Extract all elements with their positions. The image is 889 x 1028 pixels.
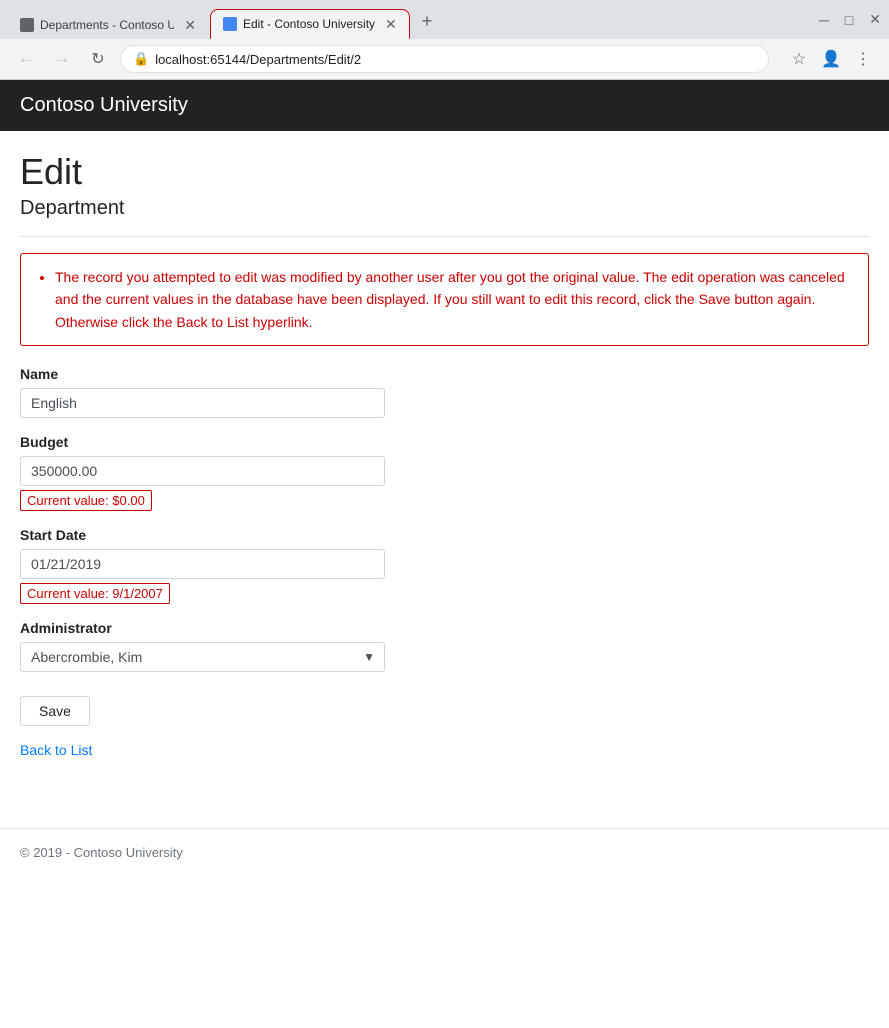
reload-button[interactable]: ↻ xyxy=(84,45,112,73)
name-field-group: Name xyxy=(20,366,869,418)
start-date-current-value: Current value: 9/1/2007 xyxy=(20,583,170,604)
back-button[interactable]: ← xyxy=(12,45,40,73)
address-bar: ← → ↻ 🔒 localhost:65144/Departments/Edit… xyxy=(0,39,889,79)
error-box: The record you attempted to edit was mod… xyxy=(20,253,869,346)
menu-button[interactable]: ⋮ xyxy=(849,45,877,73)
browser-tab-1[interactable]: Departments - Contoso Universi... ✕ xyxy=(8,11,208,39)
administrator-select[interactable]: Abercrombie, Kim Fakhouri, Fadi Harui, R… xyxy=(20,642,385,672)
edit-form: Name Budget Current value: $0.00 Start D… xyxy=(20,366,869,758)
close-button[interactable]: ✕ xyxy=(869,11,881,28)
browser-chrome: Departments - Contoso Universi... ✕ Edit… xyxy=(0,0,889,80)
divider xyxy=(20,236,869,237)
name-input[interactable] xyxy=(20,388,385,418)
start-date-label: Start Date xyxy=(20,527,869,543)
footer-text: © 2019 - Contoso University xyxy=(20,845,183,860)
forward-button[interactable]: → xyxy=(48,45,76,73)
main-content: Edit Department The record you attempted… xyxy=(0,131,889,788)
administrator-select-wrapper: Abercrombie, Kim Fakhouri, Fadi Harui, R… xyxy=(20,642,385,672)
administrator-field-group: Administrator Abercrombie, Kim Fakhouri,… xyxy=(20,620,869,672)
save-button[interactable]: Save xyxy=(20,696,90,726)
account-button[interactable]: 👤 xyxy=(817,45,845,73)
name-label: Name xyxy=(20,366,869,382)
new-tab-button[interactable]: + xyxy=(412,4,443,39)
bookmark-button[interactable]: ☆ xyxy=(785,45,813,73)
budget-label: Budget xyxy=(20,434,869,450)
tab2-icon xyxy=(223,17,237,31)
site-title: Contoso University xyxy=(20,94,188,117)
tab1-close-icon[interactable]: ✕ xyxy=(184,18,196,32)
start-date-input[interactable] xyxy=(20,549,385,579)
error-message: The record you attempted to edit was mod… xyxy=(55,266,852,333)
url-text: localhost:65144/Departments/Edit/2 xyxy=(155,52,361,67)
tab1-icon xyxy=(20,18,34,32)
site-footer: © 2019 - Contoso University xyxy=(0,828,889,876)
minimize-button[interactable]: ─ xyxy=(819,12,829,28)
tab2-close-icon[interactable]: ✕ xyxy=(385,17,397,31)
tab1-label: Departments - Contoso Universi... xyxy=(40,18,174,32)
administrator-label: Administrator xyxy=(20,620,869,636)
budget-input[interactable] xyxy=(20,456,385,486)
url-bar[interactable]: 🔒 localhost:65144/Departments/Edit/2 xyxy=(120,45,769,73)
maximize-button[interactable]: □ xyxy=(845,12,853,28)
lock-icon: 🔒 xyxy=(133,51,149,67)
budget-current-value: Current value: $0.00 xyxy=(20,490,152,511)
page-subheading: Department xyxy=(20,197,869,220)
tab2-label: Edit - Contoso University xyxy=(243,17,375,31)
site-header: Contoso University xyxy=(0,80,889,131)
page-title: Edit xyxy=(20,151,869,193)
browser-tab-2[interactable]: Edit - Contoso University ✕ xyxy=(210,9,410,39)
back-to-list-link[interactable]: Back to List xyxy=(20,742,92,758)
budget-field-group: Budget Current value: $0.00 xyxy=(20,434,869,511)
start-date-field-group: Start Date Current value: 9/1/2007 xyxy=(20,527,869,604)
